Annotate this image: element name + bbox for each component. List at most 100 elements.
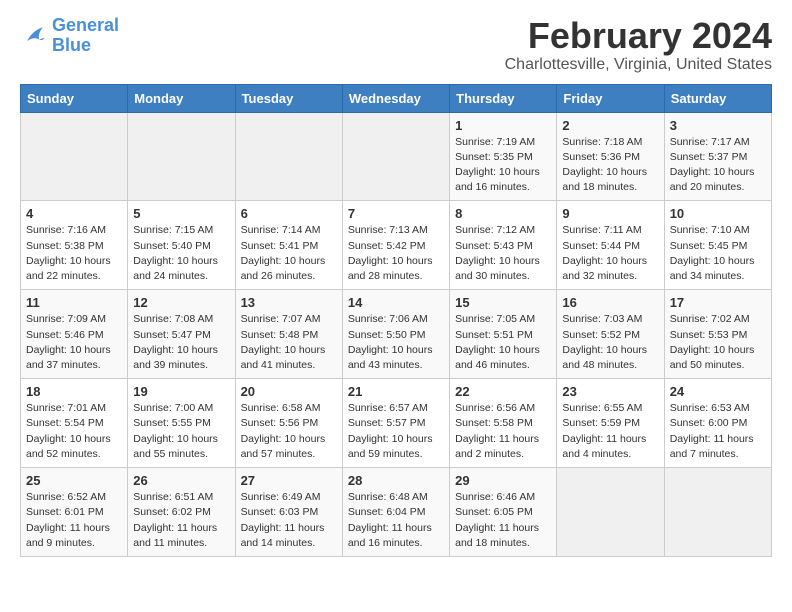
day-number: 10 xyxy=(670,206,766,221)
day-number: 17 xyxy=(670,295,766,310)
day-info: Sunrise: 7:19 AMSunset: 5:35 PMDaylight:… xyxy=(455,135,551,196)
day-info: Sunrise: 7:08 AMSunset: 5:47 PMDaylight:… xyxy=(133,312,229,373)
day-info: Sunrise: 6:53 AMSunset: 6:00 PMDaylight:… xyxy=(670,401,766,462)
header-cell-wednesday: Wednesday xyxy=(342,84,449,112)
header-cell-sunday: Sunday xyxy=(21,84,128,112)
calendar-cell: 27 Sunrise: 6:49 AMSunset: 6:03 PMDayligh… xyxy=(235,468,342,557)
day-info: Sunrise: 6:49 AMSunset: 6:03 PMDaylight:… xyxy=(241,490,337,551)
day-info: Sunrise: 7:07 AMSunset: 5:48 PMDaylight:… xyxy=(241,312,337,373)
calendar-cell xyxy=(664,468,771,557)
day-number: 27 xyxy=(241,473,337,488)
day-info: Sunrise: 7:13 AMSunset: 5:42 PMDaylight:… xyxy=(348,223,444,284)
day-number: 24 xyxy=(670,384,766,399)
calendar-body: 1Sunrise: 7:19 AMSunset: 5:35 PMDaylight… xyxy=(21,112,772,556)
calendar-week-4: 18 Sunrise: 7:01 AMSunset: 5:54 PMDayligh… xyxy=(21,379,772,468)
logo-icon xyxy=(20,22,48,50)
calendar-cell: 24 Sunrise: 6:53 AMSunset: 6:00 PMDayligh… xyxy=(664,379,771,468)
header-cell-monday: Monday xyxy=(128,84,235,112)
calendar-cell: 17Sunrise: 7:02 AMSunset: 5:53 PMDayligh… xyxy=(664,290,771,379)
day-number: 19 xyxy=(133,384,229,399)
day-info: Sunrise: 6:58 AMSunset: 5:56 PMDaylight:… xyxy=(241,401,337,462)
header-cell-saturday: Saturday xyxy=(664,84,771,112)
calendar-cell: 20 Sunrise: 6:58 AMSunset: 5:56 PMDayligh… xyxy=(235,379,342,468)
title-block: February 2024 Charlottesville, Virginia,… xyxy=(505,16,772,74)
calendar-cell: 9 Sunrise: 7:11 AMSunset: 5:44 PMDaylight… xyxy=(557,201,664,290)
day-info: Sunrise: 7:17 AMSunset: 5:37 PMDaylight:… xyxy=(670,135,766,196)
calendar-cell: 19 Sunrise: 7:00 AMSunset: 5:55 PMDayligh… xyxy=(128,379,235,468)
calendar-cell: 16 Sunrise: 7:03 AMSunset: 5:52 PMDayligh… xyxy=(557,290,664,379)
page-title: February 2024 xyxy=(505,16,772,56)
calendar-cell: 25 Sunrise: 6:52 AMSunset: 6:01 PMDayligh… xyxy=(21,468,128,557)
day-info: Sunrise: 7:14 AMSunset: 5:41 PMDaylight:… xyxy=(241,223,337,284)
day-number: 4 xyxy=(26,206,122,221)
day-info: Sunrise: 7:01 AMSunset: 5:54 PMDaylight:… xyxy=(26,401,122,462)
day-info: Sunrise: 6:52 AMSunset: 6:01 PMDaylight:… xyxy=(26,490,122,551)
header-cell-friday: Friday xyxy=(557,84,664,112)
day-number: 9 xyxy=(562,206,658,221)
day-number: 12 xyxy=(133,295,229,310)
logo-text: General Blue xyxy=(52,16,119,56)
logo-line1: General xyxy=(52,15,119,35)
day-info: Sunrise: 7:00 AMSunset: 5:55 PMDaylight:… xyxy=(133,401,229,462)
day-number: 6 xyxy=(241,206,337,221)
header-row: SundayMondayTuesdayWednesdayThursdayFrid… xyxy=(21,84,772,112)
calendar-table: SundayMondayTuesdayWednesdayThursdayFrid… xyxy=(20,84,772,557)
calendar-cell xyxy=(235,112,342,201)
calendar-cell: 6 Sunrise: 7:14 AMSunset: 5:41 PMDaylight… xyxy=(235,201,342,290)
day-info: Sunrise: 7:09 AMSunset: 5:46 PMDaylight:… xyxy=(26,312,122,373)
day-number: 26 xyxy=(133,473,229,488)
day-number: 25 xyxy=(26,473,122,488)
day-info: Sunrise: 6:51 AMSunset: 6:02 PMDaylight:… xyxy=(133,490,229,551)
page-header: General Blue February 2024 Charlottesvil… xyxy=(20,16,772,74)
calendar-cell xyxy=(21,112,128,201)
calendar-cell: 26 Sunrise: 6:51 AMSunset: 6:02 PMDayligh… xyxy=(128,468,235,557)
day-info: Sunrise: 6:46 AMSunset: 6:05 PMDaylight:… xyxy=(455,490,551,551)
day-number: 16 xyxy=(562,295,658,310)
logo: General Blue xyxy=(20,16,119,56)
calendar-cell: 21Sunrise: 6:57 AMSunset: 5:57 PMDayligh… xyxy=(342,379,449,468)
day-info: Sunrise: 7:03 AMSunset: 5:52 PMDaylight:… xyxy=(562,312,658,373)
day-number: 5 xyxy=(133,206,229,221)
calendar-cell: 14Sunrise: 7:06 AMSunset: 5:50 PMDayligh… xyxy=(342,290,449,379)
day-info: Sunrise: 7:10 AMSunset: 5:45 PMDaylight:… xyxy=(670,223,766,284)
calendar-week-3: 11 Sunrise: 7:09 AMSunset: 5:46 PMDayligh… xyxy=(21,290,772,379)
day-info: Sunrise: 7:06 AMSunset: 5:50 PMDaylight:… xyxy=(348,312,444,373)
day-number: 7 xyxy=(348,206,444,221)
day-number: 28 xyxy=(348,473,444,488)
day-info: Sunrise: 6:55 AMSunset: 5:59 PMDaylight:… xyxy=(562,401,658,462)
calendar-cell: 10 Sunrise: 7:10 AMSunset: 5:45 PMDayligh… xyxy=(664,201,771,290)
day-info: Sunrise: 7:12 AMSunset: 5:43 PMDaylight:… xyxy=(455,223,551,284)
calendar-week-1: 1Sunrise: 7:19 AMSunset: 5:35 PMDaylight… xyxy=(21,112,772,201)
calendar-cell xyxy=(342,112,449,201)
header-cell-tuesday: Tuesday xyxy=(235,84,342,112)
day-info: Sunrise: 6:48 AMSunset: 6:04 PMDaylight:… xyxy=(348,490,444,551)
calendar-cell: 4 Sunrise: 7:16 AMSunset: 5:38 PMDaylight… xyxy=(21,201,128,290)
day-info: Sunrise: 7:18 AMSunset: 5:36 PMDaylight:… xyxy=(562,135,658,196)
day-number: 11 xyxy=(26,295,122,310)
day-info: Sunrise: 7:11 AMSunset: 5:44 PMDaylight:… xyxy=(562,223,658,284)
day-info: Sunrise: 6:57 AMSunset: 5:57 PMDaylight:… xyxy=(348,401,444,462)
calendar-cell: 1Sunrise: 7:19 AMSunset: 5:35 PMDaylight… xyxy=(450,112,557,201)
page-subtitle: Charlottesville, Virginia, United States xyxy=(505,56,772,74)
logo-line2: Blue xyxy=(52,35,91,55)
calendar-cell: 2Sunrise: 7:18 AMSunset: 5:36 PMDaylight… xyxy=(557,112,664,201)
calendar-cell: 23 Sunrise: 6:55 AMSunset: 5:59 PMDayligh… xyxy=(557,379,664,468)
day-number: 18 xyxy=(26,384,122,399)
calendar-cell: 28 Sunrise: 6:48 AMSunset: 6:04 PMDayligh… xyxy=(342,468,449,557)
calendar-cell: 3 Sunrise: 7:17 AMSunset: 5:37 PMDaylight… xyxy=(664,112,771,201)
day-info: Sunrise: 7:05 AMSunset: 5:51 PMDaylight:… xyxy=(455,312,551,373)
day-number: 22 xyxy=(455,384,551,399)
calendar-cell: 12 Sunrise: 7:08 AMSunset: 5:47 PMDayligh… xyxy=(128,290,235,379)
calendar-cell: 18 Sunrise: 7:01 AMSunset: 5:54 PMDayligh… xyxy=(21,379,128,468)
day-info: Sunrise: 7:16 AMSunset: 5:38 PMDaylight:… xyxy=(26,223,122,284)
day-number: 3 xyxy=(670,118,766,133)
day-number: 23 xyxy=(562,384,658,399)
day-number: 20 xyxy=(241,384,337,399)
calendar-week-5: 25 Sunrise: 6:52 AMSunset: 6:01 PMDayligh… xyxy=(21,468,772,557)
calendar-cell: 29Sunrise: 6:46 AMSunset: 6:05 PMDayligh… xyxy=(450,468,557,557)
calendar-cell: 15Sunrise: 7:05 AMSunset: 5:51 PMDayligh… xyxy=(450,290,557,379)
calendar-cell xyxy=(557,468,664,557)
calendar-cell: 7 Sunrise: 7:13 AMSunset: 5:42 PMDaylight… xyxy=(342,201,449,290)
header-cell-thursday: Thursday xyxy=(450,84,557,112)
calendar-week-2: 4 Sunrise: 7:16 AMSunset: 5:38 PMDaylight… xyxy=(21,201,772,290)
